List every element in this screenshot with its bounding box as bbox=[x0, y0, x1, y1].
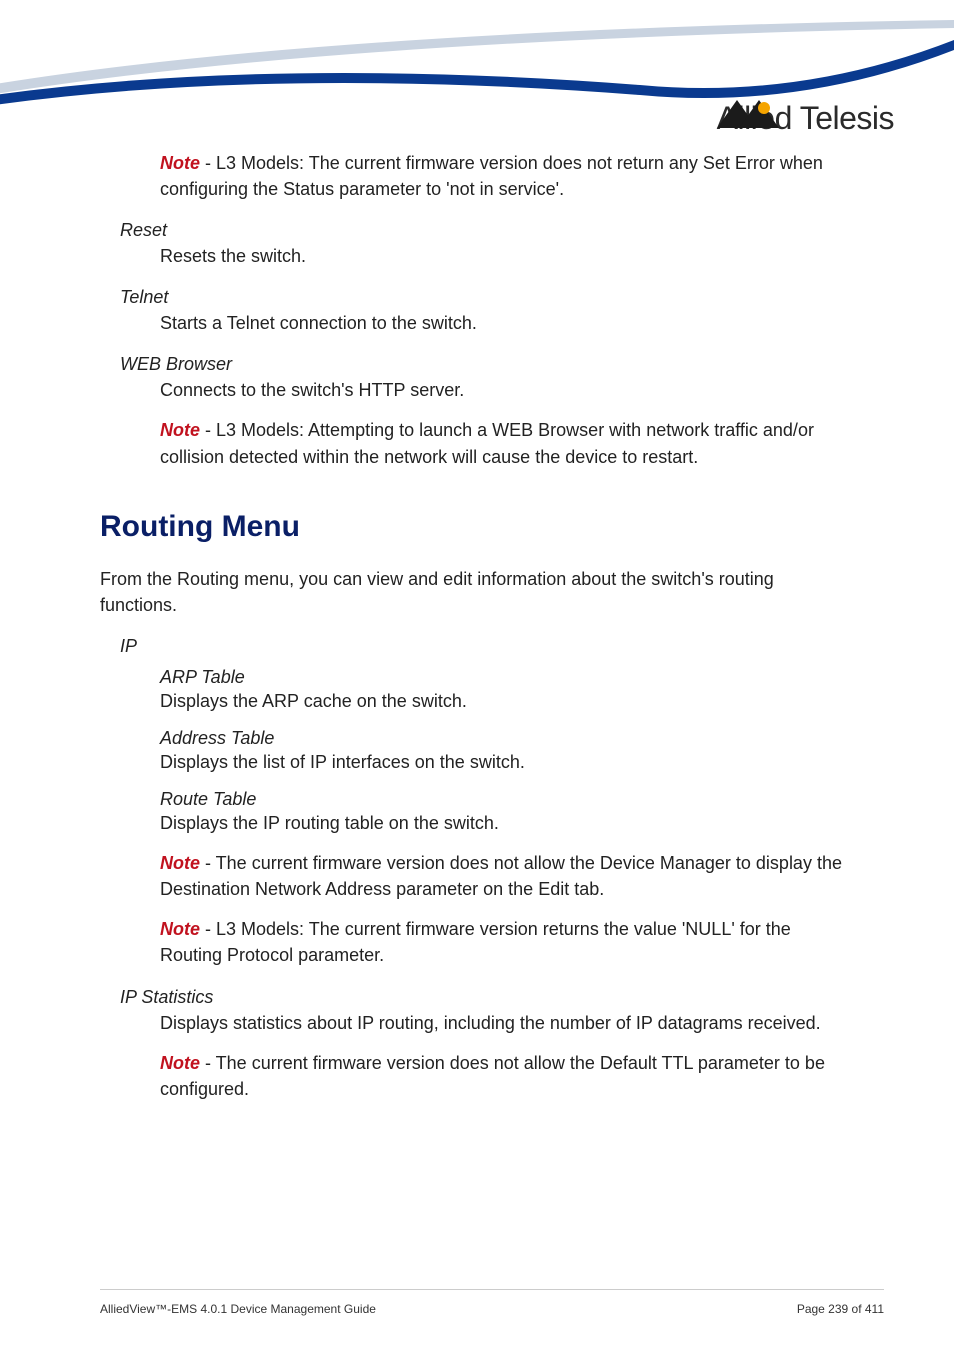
note-text: - The current firmware version does not … bbox=[160, 853, 842, 899]
body-reset: Resets the switch. bbox=[160, 243, 854, 269]
note-text: - L3 Models: The current firmware versio… bbox=[160, 153, 823, 199]
note-ip-1: Note - The current firmware version does… bbox=[160, 850, 854, 902]
term-reset: Reset bbox=[120, 220, 854, 241]
subbody-addr: Displays the list of IP interfaces on th… bbox=[160, 749, 854, 775]
body-web: Connects to the switch's HTTP server. bbox=[160, 377, 854, 403]
note-label: Note bbox=[160, 919, 200, 939]
footer-right: Page 239 of 411 bbox=[797, 1302, 884, 1316]
brand-mark-icon bbox=[717, 100, 779, 128]
note-label: Note bbox=[160, 1053, 200, 1073]
note-text: - L3 Models: The current firmware versio… bbox=[160, 919, 791, 965]
term-ipstats: IP Statistics bbox=[120, 987, 854, 1008]
note-label: Note bbox=[160, 420, 200, 440]
note-ip-2: Note - L3 Models: The current firmware v… bbox=[160, 916, 854, 968]
section-heading: Routing Menu bbox=[100, 510, 854, 544]
subterm-addr: Address Table bbox=[160, 728, 854, 749]
note-text: - The current firmware version does not … bbox=[160, 1053, 825, 1099]
term-telnet: Telnet bbox=[120, 287, 854, 308]
note-label: Note bbox=[160, 853, 200, 873]
page-header: Allied Telesis bbox=[0, 0, 954, 150]
subbody-arp: Displays the ARP cache on the switch. bbox=[160, 688, 854, 714]
note-web: Note - L3 Models: Attempting to launch a… bbox=[160, 417, 854, 469]
section-intro: From the Routing menu, you can view and … bbox=[100, 566, 854, 618]
footer-left: AlliedView™-EMS 4.0.1 Device Management … bbox=[100, 1302, 376, 1316]
body-ipstats: Displays statistics about IP routing, in… bbox=[160, 1010, 854, 1036]
note-label: Note bbox=[160, 153, 200, 173]
subterm-arp: ARP Table bbox=[160, 667, 854, 688]
term-web: WEB Browser bbox=[120, 354, 854, 375]
subbody-route: Displays the IP routing table on the swi… bbox=[160, 810, 854, 836]
term-ip: IP bbox=[120, 636, 854, 657]
top-note: Note - L3 Models: The current firmware v… bbox=[160, 150, 854, 202]
brand-logo: Allied Telesis bbox=[717, 100, 894, 137]
footer-rule bbox=[100, 1289, 884, 1290]
body-telnet: Starts a Telnet connection to the switch… bbox=[160, 310, 854, 336]
note-text: - L3 Models: Attempting to launch a WEB … bbox=[160, 420, 814, 466]
page-footer: AlliedView™-EMS 4.0.1 Device Management … bbox=[100, 1302, 884, 1316]
note-ipstats: Note - The current firmware version does… bbox=[160, 1050, 854, 1102]
subterm-route: Route Table bbox=[160, 789, 854, 810]
